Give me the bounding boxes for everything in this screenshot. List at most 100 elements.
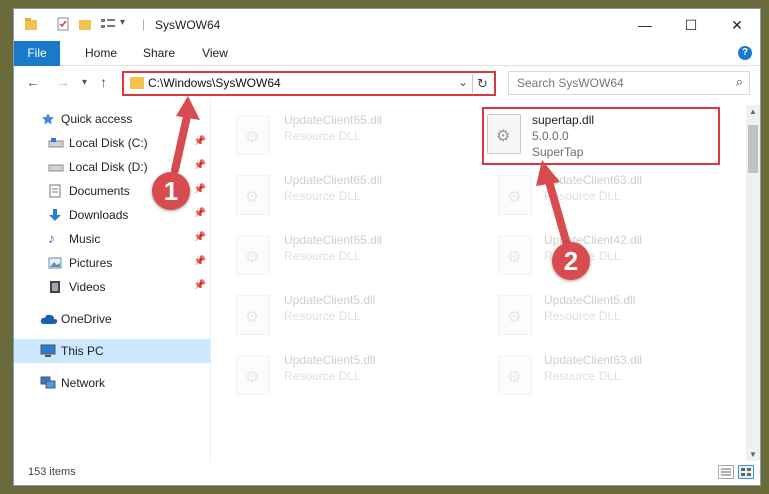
tab-home[interactable]: Home xyxy=(76,41,126,66)
folder-icon xyxy=(130,77,144,89)
file-tile[interactable]: ⚙ UpdateClient5.dll Resource DLL xyxy=(224,287,464,343)
file-type: Resource DLL xyxy=(284,249,361,263)
step-1-badge: 1 xyxy=(152,172,190,210)
sidebar-item-this-pc[interactable]: This PC xyxy=(14,339,210,363)
dll-file-icon: ⚙ xyxy=(498,355,532,395)
recent-locations-button[interactable]: ▾ xyxy=(82,77,87,88)
large-icons-view-icon[interactable] xyxy=(738,465,754,479)
new-folder-icon[interactable] xyxy=(78,17,92,33)
file-tile[interactable]: ⚙ UpdateClient63.dll Resource DLL xyxy=(486,347,726,403)
properties-icon[interactable] xyxy=(56,17,70,33)
tab-view[interactable]: View xyxy=(190,41,240,66)
file-name: UpdateClient5.dll xyxy=(544,293,636,307)
file-name: UpdateClient65.dll xyxy=(284,113,383,127)
file-name: UpdateClient65.dll xyxy=(284,233,383,247)
file-tile[interactable]: ⚙ UpdateClient65.dll Resource DLL xyxy=(224,227,464,283)
pictures-icon xyxy=(48,256,62,270)
file-type: Resource DLL xyxy=(544,189,621,203)
scroll-up-arrow[interactable]: ▲ xyxy=(749,107,757,116)
file-type: Resource DLL xyxy=(284,129,361,143)
file-tile[interactable]: ⚙ UpdateClient42.dll Resource DLL xyxy=(486,227,726,283)
details-view-icon[interactable] xyxy=(718,465,734,479)
dll-file-icon: ⚙ xyxy=(498,175,532,215)
sidebar-item-quick-access[interactable]: Quick access xyxy=(14,107,210,131)
forward-button[interactable]: → xyxy=(56,74,70,90)
file-type: Resource DLL xyxy=(284,309,361,323)
pin-icon: 📌 xyxy=(193,184,206,195)
up-button[interactable]: ↑ xyxy=(100,74,107,90)
file-type: Resource DLL xyxy=(544,309,621,323)
drive-icon xyxy=(48,160,64,174)
scroll-down-arrow[interactable]: ▼ xyxy=(749,450,757,459)
file-name: UpdateClient65.dll xyxy=(284,173,383,187)
title-bar: ▾ | SysWOW64 — ☐ ✕ xyxy=(14,9,760,41)
search-box[interactable]: ⌕ xyxy=(508,71,750,95)
minimize-button[interactable]: — xyxy=(622,9,668,41)
cloud-icon xyxy=(40,312,58,326)
view-options-icon[interactable] xyxy=(100,17,116,33)
pin-icon: 📌 xyxy=(193,280,206,291)
pin-icon: 📌 xyxy=(193,208,206,219)
file-tile[interactable]: ⚙ UpdateClient65.dll Resource DLL xyxy=(224,167,464,223)
explorer-window: ▾ | SysWOW64 — ☐ ✕ File Home Share View … xyxy=(13,8,761,486)
sidebar-item-videos[interactable]: Videos 📌 xyxy=(14,275,210,299)
file-name: UpdateClient5.dll xyxy=(284,293,376,307)
back-button[interactable]: ← xyxy=(26,74,40,90)
window-title: SysWOW64 xyxy=(155,18,221,32)
sidebar-item-local-disk-c[interactable]: Local Disk (C:) 📌 xyxy=(14,131,210,155)
navigation-bar: ← → ▾ ↑ C:\Windows\SysWOW64 ⌄ ↻ ⌕ xyxy=(14,67,760,99)
sidebar-item-label: Downloads xyxy=(69,208,129,222)
file-name: UpdateClient63.dll xyxy=(544,353,643,367)
scrollbar-thumb[interactable] xyxy=(748,125,758,173)
customize-toolbar-icon[interactable]: ▾ xyxy=(120,17,125,33)
file-tile-supertap[interactable]: ⚙ supertap.dll 5.0.0.0 SuperTap xyxy=(482,107,720,165)
sidebar-item-music[interactable]: ♪ Music 📌 xyxy=(14,227,210,251)
sidebar-item-label: Local Disk (D:) xyxy=(69,160,148,174)
pin-icon: 📌 xyxy=(193,160,206,171)
computer-icon xyxy=(40,344,56,358)
network-icon xyxy=(40,376,56,390)
search-input[interactable] xyxy=(517,73,717,93)
address-bar[interactable]: C:\Windows\SysWOW64 ⌄ ↻ xyxy=(122,71,496,96)
sidebar-item-label: Local Disk (C:) xyxy=(69,136,148,150)
tab-file[interactable]: File xyxy=(14,41,60,66)
file-company: SuperTap xyxy=(532,145,584,159)
refresh-button[interactable]: ↻ xyxy=(472,74,492,93)
sidebar-item-pictures[interactable]: Pictures 📌 xyxy=(14,251,210,275)
file-type: Resource DLL xyxy=(284,369,361,383)
sidebar-item-label: Documents xyxy=(69,184,130,198)
pin-icon: 📌 xyxy=(193,256,206,267)
help-button[interactable]: ? xyxy=(738,46,752,60)
file-name: supertap.dll xyxy=(532,113,595,127)
title-separator: | xyxy=(142,17,146,31)
file-tile[interactable]: ⚙ UpdateClient63.dll Resource DLL xyxy=(486,167,726,223)
file-tile[interactable]: ⚙ UpdateClient5.dll Resource DLL xyxy=(224,347,464,403)
file-name: UpdateClient63.dll xyxy=(544,173,643,187)
pin-icon: 📌 xyxy=(193,136,206,147)
pane-divider[interactable] xyxy=(210,99,211,461)
dll-file-icon: ⚙ xyxy=(498,295,532,335)
sidebar-item-label: Pictures xyxy=(69,256,113,270)
drive-icon xyxy=(48,136,64,150)
file-tile[interactable]: ⚙ UpdateClient65.dll Resource DLL xyxy=(224,107,464,163)
file-type: Resource DLL xyxy=(544,369,621,383)
tab-share[interactable]: Share xyxy=(134,41,184,66)
sidebar-item-label: Quick access xyxy=(61,112,133,126)
file-tile[interactable]: ⚙ UpdateClient5.dll Resource DLL xyxy=(486,287,726,343)
file-list: ⚙ UpdateClient65.dll Resource DLL ⚙ supe… xyxy=(224,105,744,461)
sidebar-item-network[interactable]: Network xyxy=(14,371,210,395)
file-name: UpdateClient5.dll xyxy=(284,353,376,367)
address-dropdown-icon[interactable]: ⌄ xyxy=(458,75,468,89)
close-button[interactable]: ✕ xyxy=(714,9,760,41)
sidebar-item-onedrive[interactable]: OneDrive xyxy=(14,307,210,331)
vertical-scrollbar[interactable]: ▲ ▼ xyxy=(746,105,760,461)
ribbon-tabs: File Home Share View ? xyxy=(14,41,760,66)
documents-icon xyxy=(48,184,62,198)
sidebar-item-label: Network xyxy=(61,376,106,390)
dll-file-icon: ⚙ xyxy=(236,355,270,395)
maximize-button[interactable]: ☐ xyxy=(668,9,714,41)
sidebar-item-label: Music xyxy=(69,232,101,246)
folder-icon xyxy=(24,17,38,33)
dll-file-icon: ⚙ xyxy=(236,235,270,275)
search-icon[interactable]: ⌕ xyxy=(736,74,743,90)
